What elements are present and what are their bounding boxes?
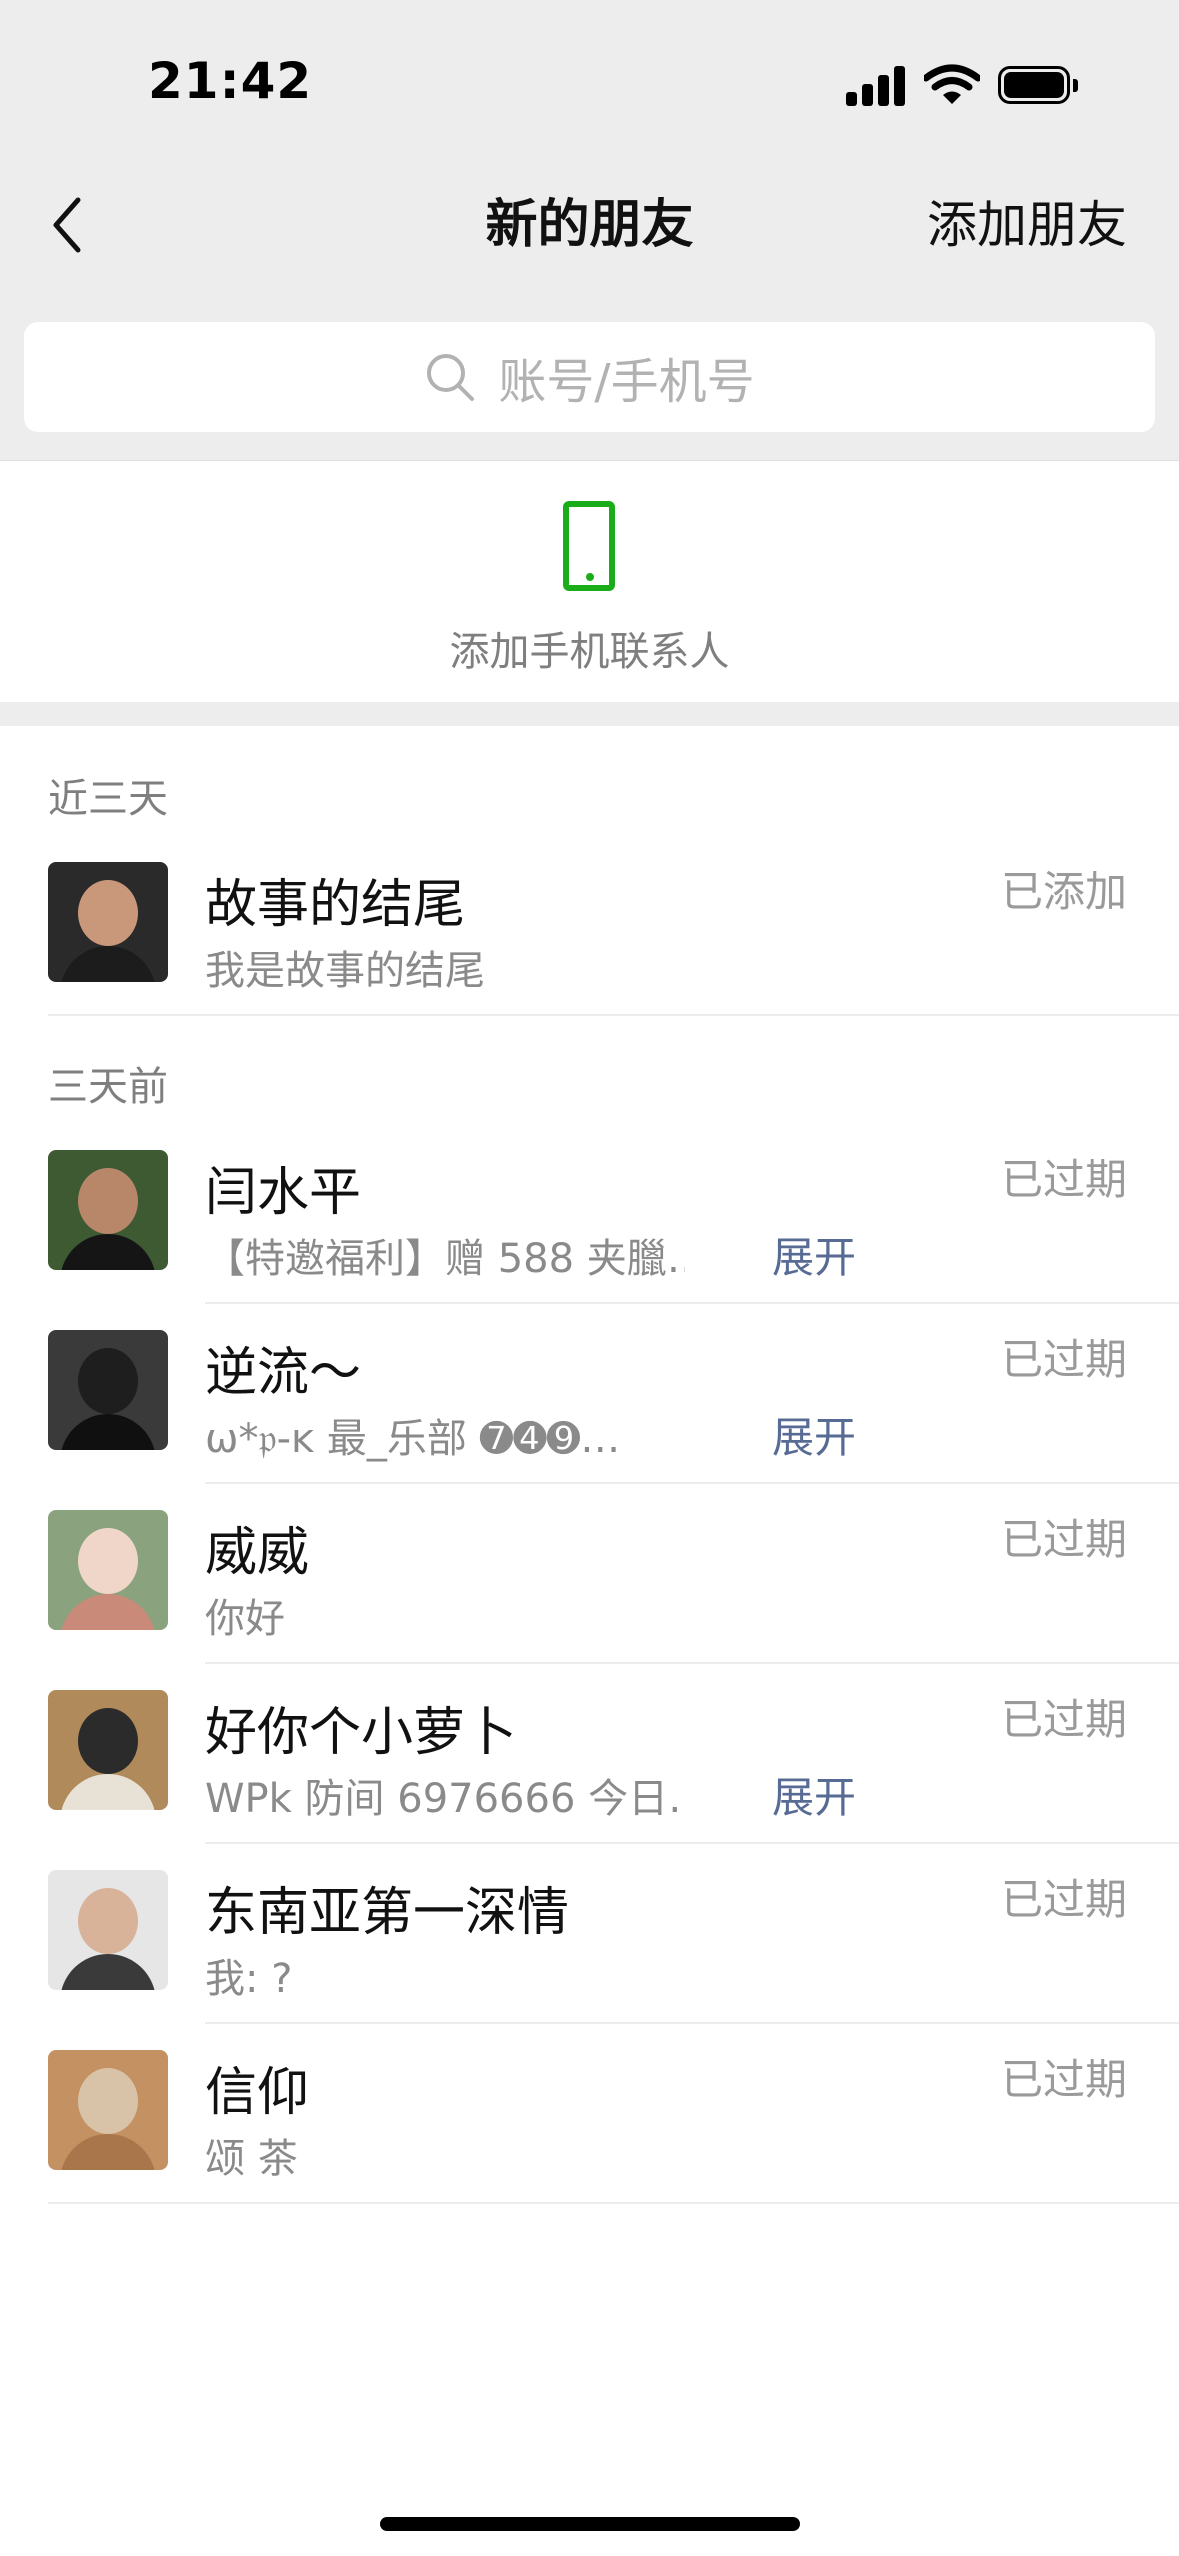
status-label: 已添加: [1000, 867, 1127, 916]
status-label: 已过期: [1000, 1335, 1127, 1384]
list-item[interactable]: 闫水平 【特邀福利】赠 588 夹臘… 展开 已过期: [0, 1124, 1179, 1304]
list-item[interactable]: 好你个小萝卜 WPk 防间 6976666 今日… 展开 已过期: [0, 1664, 1179, 1844]
section-header-earlier: 三天前: [48, 1064, 168, 1110]
avatar[interactable]: [48, 2050, 168, 2170]
status-bar: 21:42: [0, 0, 1179, 160]
list-item[interactable]: 故事的结尾 我是故事的结尾 已添加: [0, 836, 1179, 1016]
home-indicator[interactable]: [380, 2517, 800, 2531]
add-phone-contacts-label: 添加手机联系人: [449, 629, 730, 675]
back-chevron-icon[interactable]: [40, 190, 100, 260]
expand-link[interactable]: 展开: [772, 1764, 856, 1825]
add-friend-button[interactable]: 添加朋友: [927, 190, 1127, 260]
section-header-recent: 近三天: [48, 776, 168, 822]
contact-message: 我是故事的结尾: [205, 948, 485, 994]
list-item[interactable]: 逆流～ ω*𝔭-ĸ 最_乐部 ➐➍➒… 展开 已过期: [0, 1304, 1179, 1484]
divider: [48, 1014, 1179, 1016]
avatar[interactable]: [48, 1330, 168, 1450]
add-phone-contacts[interactable]: 添加手机联系人: [0, 460, 1179, 702]
contact-name: 闫水平: [205, 1163, 362, 1223]
contact-name: 东南亚第一深情: [205, 1883, 570, 1943]
contact-name: 好你个小萝卜: [205, 1703, 518, 1763]
contact-message: WPk 防间 6976666 今日…: [205, 1776, 685, 1822]
contact-name: 信仰: [205, 2063, 310, 2123]
status-time: 21:42: [148, 52, 313, 110]
divider: [48, 2202, 1179, 2204]
contact-message: 我: ?: [205, 1956, 293, 2002]
list-item[interactable]: 威威 你好 已过期: [0, 1484, 1179, 1664]
status-label: 已过期: [1000, 1875, 1127, 1924]
contact-message: 你好: [205, 1596, 285, 1642]
wifi-icon: [924, 64, 980, 104]
status-label: 已过期: [1000, 1515, 1127, 1564]
contact-message: ω*𝔭-ĸ 最_乐部 ➐➍➒…: [205, 1416, 621, 1462]
avatar[interactable]: [48, 1150, 168, 1270]
avatar[interactable]: [48, 1510, 168, 1630]
page-title: 新的朋友: [485, 195, 694, 255]
contact-name: 故事的结尾: [205, 875, 466, 935]
search-icon: [427, 354, 475, 401]
search-placeholder: 账号/手机号: [498, 354, 755, 410]
avatar[interactable]: [48, 1690, 168, 1810]
status-label: 已过期: [1000, 2055, 1127, 2104]
search-input[interactable]: 账号/手机号: [24, 322, 1155, 432]
avatar[interactable]: [48, 862, 168, 982]
cellular-signal-icon: [846, 66, 906, 106]
list-item[interactable]: 信仰 颂 茶 已过期: [0, 2024, 1179, 2204]
section-separator: [0, 702, 1179, 726]
battery-icon: [998, 66, 1078, 104]
status-label: 已过期: [1000, 1695, 1127, 1744]
contact-message: 颂 茶: [205, 2136, 298, 2182]
contact-name: 逆流～: [205, 1343, 362, 1403]
avatar[interactable]: [48, 1870, 168, 1990]
contact-name: 威威: [205, 1523, 310, 1583]
contact-message: 【特邀福利】赠 588 夹臘…: [205, 1236, 685, 1282]
mobile-phone-icon: [563, 501, 615, 591]
list-item[interactable]: 东南亚第一深情 我: ? 已过期: [0, 1844, 1179, 2024]
status-label: 已过期: [1000, 1155, 1127, 1204]
expand-link[interactable]: 展开: [772, 1224, 856, 1285]
expand-link[interactable]: 展开: [772, 1404, 856, 1465]
